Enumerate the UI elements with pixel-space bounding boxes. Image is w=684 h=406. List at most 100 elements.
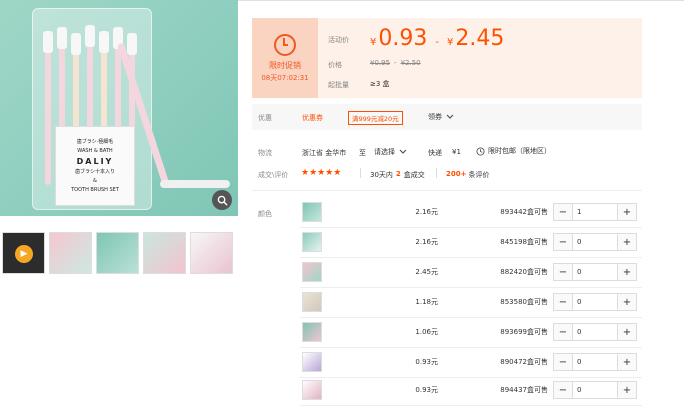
sku-row: 2.16元 893442盒可售 − 1 + <box>300 198 642 228</box>
sku-row: 1.06元 893699盒可售 − 0 + <box>300 318 642 348</box>
coupon-tag: 优惠券 <box>302 114 323 122</box>
decrement-button[interactable]: − <box>554 354 572 370</box>
increment-button[interactable]: + <box>618 264 636 280</box>
orig-price-low: ¥0.95 <box>370 59 391 67</box>
sku-stock: 853580盒可售 <box>500 298 548 306</box>
quantity-input[interactable]: 0 <box>572 294 618 310</box>
card-line: 歯ブラシ十本入り <box>75 169 115 176</box>
card-brand: DALIY <box>76 156 114 166</box>
activity-price: ¥ 0.93 - ¥ 2.45 <box>370 26 504 51</box>
deal-suffix: 盒成交 <box>403 171 425 179</box>
coupon-offer[interactable]: 满999元减20元 <box>348 111 403 125</box>
sku-price: 2.16元 <box>415 208 438 216</box>
play-icon[interactable]: ▶ <box>15 245 33 263</box>
sku-stock: 845198盒可售 <box>500 238 548 246</box>
ship-from: 浙江省 金华市 <box>302 149 347 157</box>
sku-stock: 893442盒可售 <box>500 208 548 216</box>
quantity-input[interactable]: 0 <box>572 264 618 280</box>
sku-stock: 894437盒可售 <box>500 386 548 394</box>
destination-select[interactable]: 请选择 <box>374 147 407 157</box>
card-line: WASH & BATH <box>77 147 113 154</box>
decrement-button[interactable]: − <box>554 382 572 398</box>
deal-number: 2 <box>395 170 401 178</box>
original-price-label: 价格 <box>328 61 342 69</box>
quantity-stepper: − 0 + <box>553 293 637 311</box>
orig-price-separator: - <box>394 59 397 67</box>
magnifier-icon[interactable] <box>212 190 232 210</box>
increment-button[interactable]: + <box>618 234 636 250</box>
sku-price: 1.06元 <box>415 328 438 336</box>
sku-thumbnail[interactable] <box>302 262 322 282</box>
quantity-stepper: − 0 + <box>553 323 637 341</box>
express-label: 快递 <box>428 149 442 157</box>
quantity-input[interactable]: 0 <box>572 354 618 370</box>
promo-countdown: 08天07:02:31 <box>261 73 309 82</box>
decrement-button[interactable]: − <box>554 324 572 340</box>
reviews-label: 成交\评价 <box>258 171 289 179</box>
decrement-button[interactable]: − <box>554 234 572 250</box>
rating-stars: ★★★★★ <box>301 168 342 178</box>
sku-stock: 890472盒可售 <box>500 358 548 366</box>
thumbnail-image[interactable] <box>96 232 139 274</box>
logistics-label: 物流 <box>258 149 272 157</box>
review-number: 200+ <box>446 170 467 178</box>
sku-row: 2.16元 845198盒可售 − 0 + <box>300 228 642 258</box>
toothbrush <box>43 31 53 185</box>
quantity-input[interactable]: 0 <box>572 382 618 398</box>
quantity-stepper: − 0 + <box>553 381 637 399</box>
decrement-button[interactable]: − <box>554 294 572 310</box>
quantity-input[interactable]: 0 <box>572 324 618 340</box>
quantity-stepper: − 1 + <box>553 203 637 221</box>
increment-button[interactable]: + <box>618 294 636 310</box>
price-low: 0.93 <box>378 26 428 51</box>
sku-row: 1.18元 853580盒可售 − 0 + <box>300 288 642 318</box>
sku-thumbnail[interactable] <box>302 352 322 372</box>
increment-button[interactable]: + <box>618 324 636 340</box>
increment-button[interactable]: + <box>618 354 636 370</box>
thumbnail-image[interactable] <box>143 232 186 274</box>
top-divider <box>238 0 684 1</box>
promo-label: 限时促销 <box>269 60 301 70</box>
toothbrush-head <box>160 180 230 188</box>
sku-thumbnail[interactable] <box>302 232 322 252</box>
section-divider <box>252 190 642 191</box>
sku-price: 0.93元 <box>415 386 438 394</box>
chevron-down-icon <box>446 114 454 119</box>
main-product-image[interactable]: 歯ブラシ·極細毛 WASH & BATH DALIY 歯ブラシ十本入り & TO… <box>0 0 238 216</box>
card-line: TOOTH BRUSH SET <box>71 187 119 194</box>
decrement-button[interactable]: − <box>554 204 572 220</box>
increment-button[interactable]: + <box>618 382 636 398</box>
thumbnail-image[interactable] <box>49 232 92 274</box>
sku-thumbnail[interactable] <box>302 202 322 222</box>
quantity-stepper: − 0 + <box>553 353 637 371</box>
sku-row: 0.93元 894437盒可售 − 0 + <box>300 376 642 406</box>
increment-button[interactable]: + <box>618 204 636 220</box>
get-coupon-button[interactable]: 领券 <box>428 112 454 122</box>
thumbnail-image[interactable] <box>190 232 233 274</box>
ship-to-label: 至 <box>359 149 366 157</box>
package-label-card: 歯ブラシ·極細毛 WASH & BATH DALIY 歯ブラシ十本入り & TO… <box>55 126 135 206</box>
free-shipping-info: 限时包邮（限地区） <box>476 146 551 156</box>
sku-price: 0.93元 <box>415 358 438 366</box>
quantity-input[interactable]: 0 <box>572 234 618 250</box>
quantity-stepper: − 0 + <box>553 233 637 251</box>
review-count-link[interactable]: 200+ 条评价 <box>446 170 489 180</box>
divider <box>436 168 437 178</box>
deal-count: 30天内 2 盒成交 <box>370 170 425 180</box>
price-high: 2.45 <box>455 26 505 51</box>
get-coupon-label: 领券 <box>428 113 442 121</box>
price-separator: - <box>435 37 439 48</box>
color-label: 颜色 <box>258 210 272 218</box>
promo-countdown-box: 限时促销 08天07:02:31 <box>252 18 318 98</box>
sku-thumbnail[interactable] <box>302 292 322 312</box>
sku-price: 1.18元 <box>415 298 438 306</box>
sku-thumbnail[interactable] <box>302 380 322 400</box>
quantity-input[interactable]: 1 <box>572 204 618 220</box>
sku-thumbnail[interactable] <box>302 322 322 342</box>
activity-price-label: 活动价 <box>328 36 349 44</box>
sku-row: 0.93元 890472盒可售 − 0 + <box>300 348 642 378</box>
sku-stock: 882420盒可售 <box>500 268 548 276</box>
thumbnail-strip: ▶ <box>2 232 238 276</box>
decrement-button[interactable]: − <box>554 264 572 280</box>
thumbnail-video[interactable]: ▶ <box>2 232 45 274</box>
